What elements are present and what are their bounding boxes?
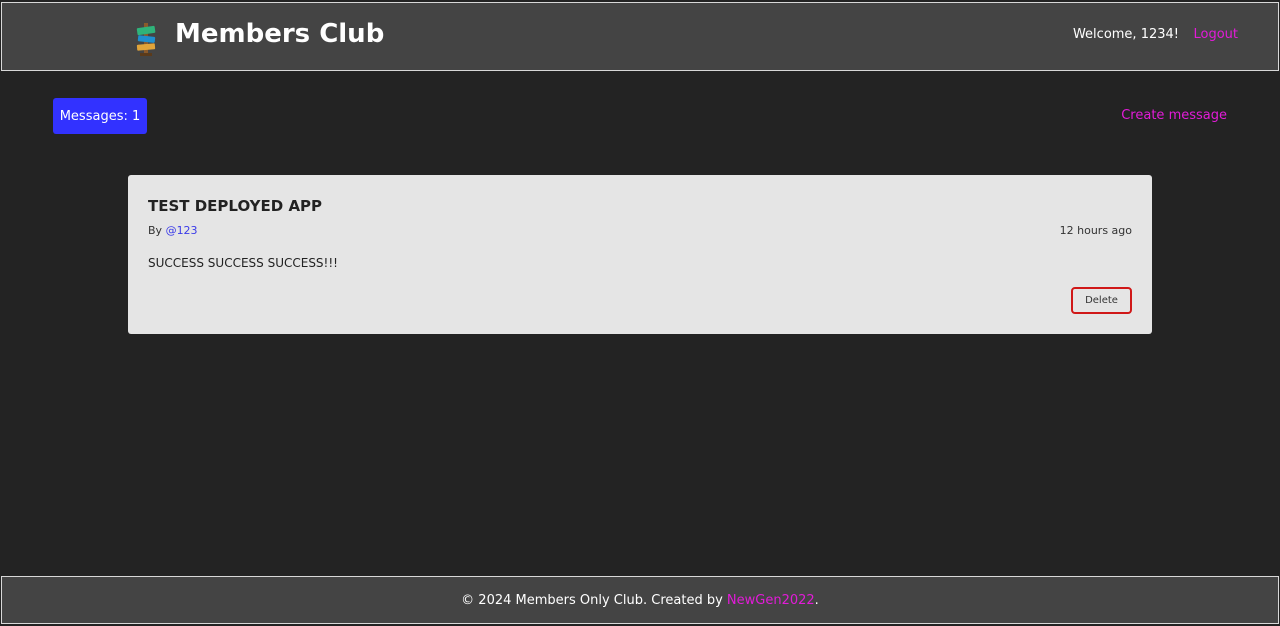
welcome-text: Welcome, 1234! (1072, 27, 1179, 42)
site-header: Members Club Welcome, 1234! Logout (1, 2, 1279, 71)
site-title[interactable]: Members Club (175, 19, 384, 49)
messages-count-badge: Messages: 1 (53, 98, 147, 134)
footer-text: © 2024 Members Only Club. Created by (461, 592, 723, 608)
footer-suffix: . (814, 592, 819, 608)
byline-prefix: By (148, 224, 163, 237)
message-title: TEST DEPLOYED APP (148, 197, 323, 215)
message-author-link[interactable]: @123 (166, 224, 198, 237)
message-timestamp: 12 hours ago (1059, 224, 1132, 237)
signpost-logo-icon[interactable] (133, 21, 159, 57)
message-body: SUCCESS SUCCESS SUCCESS!!! (148, 256, 338, 270)
message-byline: By @123 (148, 224, 198, 237)
logout-link[interactable]: Logout (1193, 27, 1238, 42)
create-message-link[interactable]: Create message (1121, 108, 1227, 123)
message-card: TEST DEPLOYED APP By @123 12 hours ago S… (128, 175, 1152, 334)
delete-button[interactable]: Delete (1071, 287, 1132, 314)
site-footer: © 2024 Members Only Club. Created by New… (1, 576, 1279, 624)
footer-author-link[interactable]: NewGen2022 (727, 593, 815, 608)
